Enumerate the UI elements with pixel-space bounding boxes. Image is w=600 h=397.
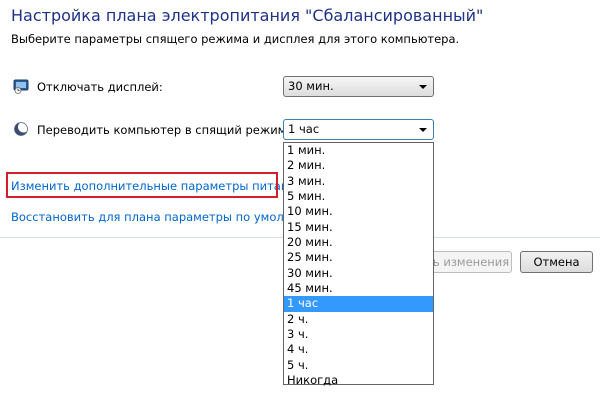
dropdown-option[interactable]: 2 мин. — [284, 158, 433, 173]
dropdown-option[interactable]: 1 час — [284, 296, 433, 312]
dropdown-option[interactable]: Никогда — [284, 373, 433, 388]
dropdown-option[interactable]: 3 мин. — [284, 174, 433, 189]
monitor-icon — [13, 78, 29, 94]
dropdown-option[interactable]: 10 мин. — [284, 204, 433, 219]
dropdown-option[interactable]: 25 мин. — [284, 250, 433, 265]
dropdown-option[interactable]: 2 ч. — [284, 312, 433, 327]
highlight-box — [6, 172, 278, 198]
dropdown-option[interactable]: 45 мин. — [284, 281, 433, 296]
dropdown-option[interactable]: 1 мин. — [284, 143, 433, 158]
chevron-down-icon — [419, 85, 427, 89]
dropdown-option[interactable]: 20 мин. — [284, 235, 433, 250]
sleep-label: Переводить компьютер в спящий режим: — [37, 123, 291, 137]
dropdown-option[interactable]: 4 ч. — [284, 342, 433, 357]
moon-icon — [13, 121, 29, 137]
dropdown-option[interactable]: 5 ч. — [284, 358, 433, 373]
cancel-button[interactable]: Отмена — [520, 251, 593, 273]
dropdown-option[interactable]: 5 мин. — [284, 189, 433, 204]
sleep-dropdown-list[interactable]: 1 мин. 2 мин. 3 мин. 5 мин. 10 мин. 15 м… — [283, 142, 434, 388]
chevron-down-icon — [419, 128, 427, 132]
sleep-value: 1 час — [288, 122, 320, 136]
dropdown-option[interactable]: 15 мин. — [284, 220, 433, 235]
page-title: Настройка плана электропитания "Сбаланси… — [11, 6, 484, 25]
dropdown-option[interactable]: 3 ч. — [284, 327, 433, 342]
restore-defaults-link[interactable]: Восстановить для плана параметры по умол… — [11, 210, 322, 224]
page-subtitle: Выберите параметры спящего режима и дисп… — [11, 32, 460, 46]
display-off-value: 30 мин. — [288, 79, 334, 93]
display-off-select[interactable]: 30 мин. — [283, 76, 434, 97]
dropdown-option[interactable]: 30 мин. — [284, 266, 433, 281]
display-off-label: Отключать дисплей: — [37, 80, 163, 94]
sleep-select[interactable]: 1 час — [283, 119, 434, 140]
